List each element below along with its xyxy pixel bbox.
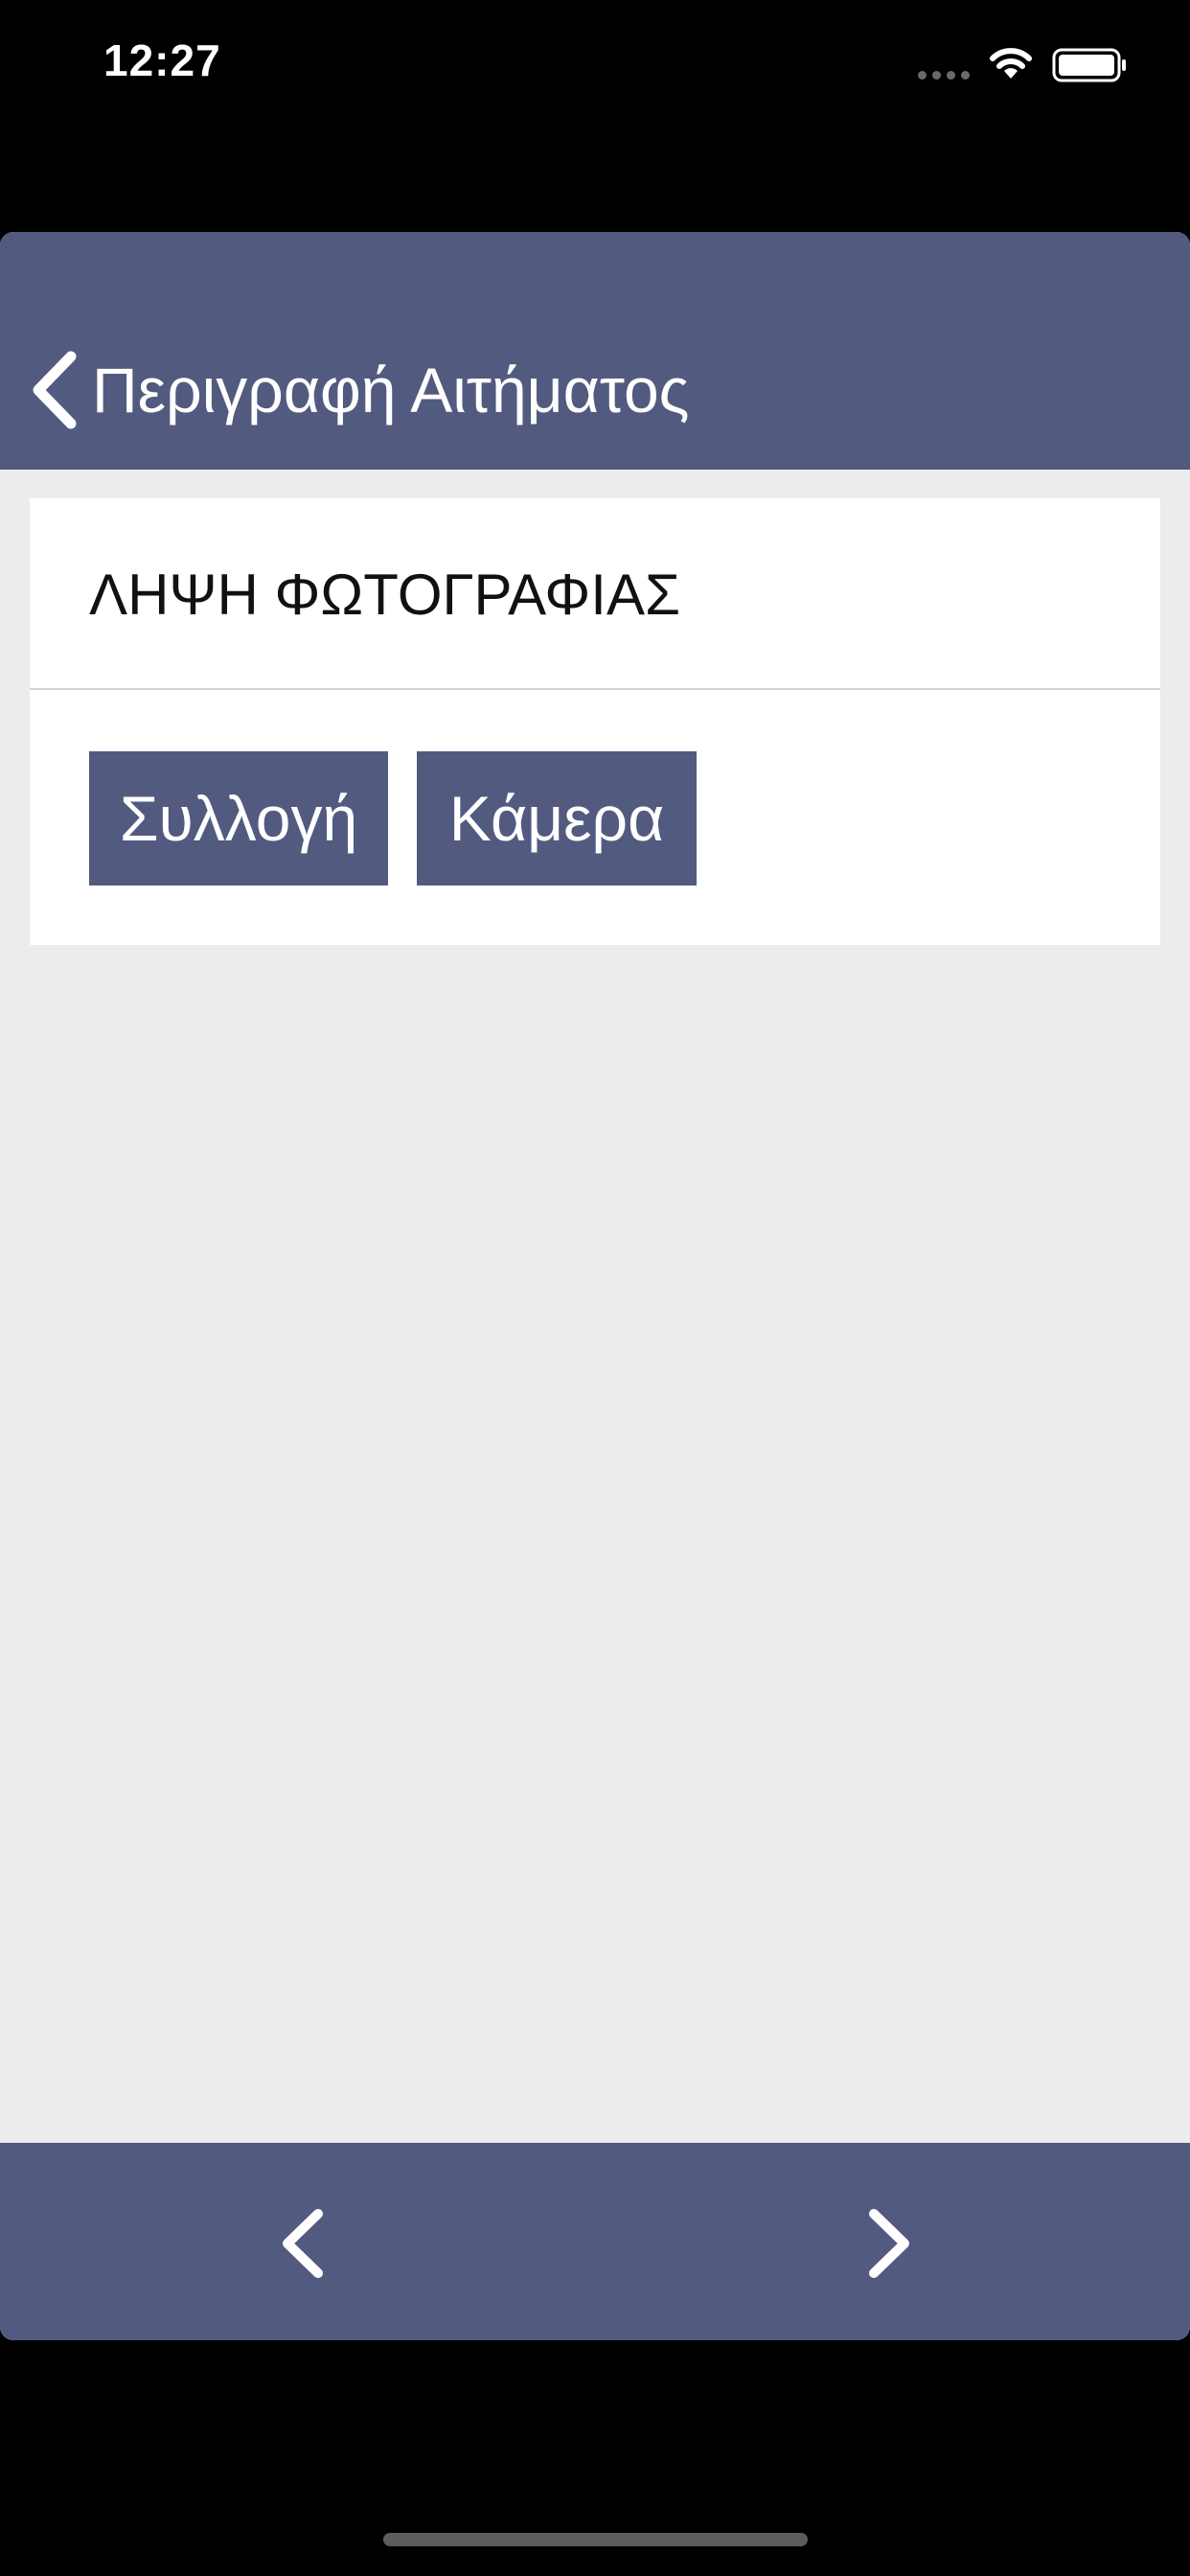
- chevron-right-icon: [869, 2209, 909, 2278]
- card-title: ΛΗΨΗ ΦΩΤΟΓΡΑΦΙΑΣ: [89, 563, 681, 627]
- home-indicator[interactable]: [383, 2533, 808, 2546]
- app-screen: Περιγραφή Αιτήματος ΛΗΨΗ ΦΩΤΟΓΡΑΦΙΑΣ Συλ…: [0, 232, 1190, 2340]
- photo-capture-card: ΛΗΨΗ ΦΩΤΟΓΡΑΦΙΑΣ Συλλογή Κάμερα: [30, 498, 1160, 945]
- camera-button[interactable]: Κάμερα: [417, 751, 697, 886]
- battery-icon: [1052, 48, 1126, 82]
- card-header: ΛΗΨΗ ΦΩΤΟΓΡΑΦΙΑΣ: [30, 498, 1160, 690]
- status-bar: 12:27: [0, 0, 1190, 134]
- cellular-signal-icon: [918, 71, 970, 80]
- chevron-left-icon: [283, 2209, 323, 2278]
- chevron-left-icon: [33, 351, 77, 429]
- bottom-navigation-bar: [0, 2143, 1190, 2340]
- back-button[interactable]: Περιγραφή Αιτήματος: [29, 347, 690, 433]
- previous-button[interactable]: [270, 2204, 337, 2283]
- gallery-button[interactable]: Συλλογή: [89, 751, 388, 886]
- navigation-bar: Περιγραφή Αιτήματος: [0, 232, 1190, 470]
- next-button[interactable]: [855, 2204, 922, 2283]
- wifi-icon: [990, 48, 1032, 79]
- page-title: Περιγραφή Αιτήματος: [92, 355, 690, 426]
- status-time: 12:27: [103, 35, 221, 85]
